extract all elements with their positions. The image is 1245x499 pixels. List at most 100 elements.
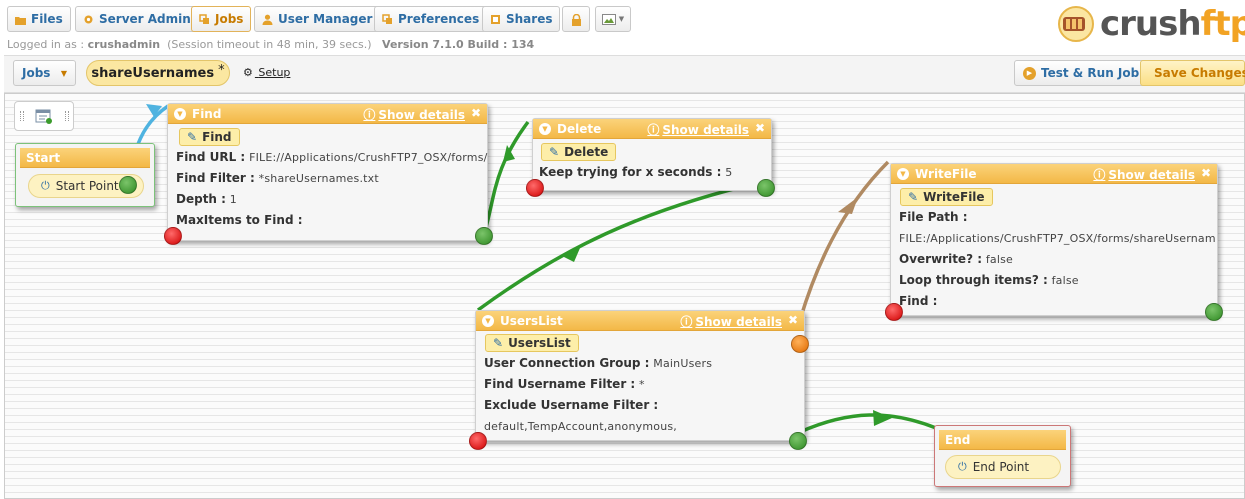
file-path-row: File Path : [899, 210, 968, 224]
start-node-header[interactable]: Start [20, 148, 150, 168]
overwrite-label: Overwrite? : [899, 252, 983, 266]
find-depth-label: Depth : [176, 192, 226, 206]
info-icon: ⓘ [647, 123, 660, 137]
delete-node-header[interactable]: ▼ Delete ⓘ Show details ✖ [533, 119, 771, 139]
find-node-header[interactable]: ▼ Find ⓘ Show details ✖ [168, 104, 487, 124]
delete-chip-label: Delete [564, 145, 609, 159]
userslist-node-title: UsersList [500, 313, 563, 328]
userslist-task-node[interactable]: ▼ UsersList ⓘ Show details ✖ ✎ UsersList … [475, 310, 805, 441]
connection-find-delete [482, 120, 530, 235]
power-icon: ⏻ [958, 460, 967, 473]
userslist-loop-connector[interactable] [791, 335, 809, 353]
collapse-icon[interactable]: ▼ [539, 122, 551, 135]
connection-group-value: MainUsers [653, 357, 713, 370]
info-icon: ⓘ [363, 108, 376, 122]
writefile-show-details-link[interactable]: ⓘ Show details [1093, 166, 1195, 183]
pencil-icon: ✎ [908, 190, 919, 204]
writefile-task-node[interactable]: ▼ WriteFile ⓘ Show details ✖ ✎ WriteFile … [890, 163, 1218, 316]
start-success-connector[interactable] [119, 176, 137, 194]
userslist-node-header[interactable]: ▼ UsersList ⓘ Show details ✖ [476, 311, 804, 331]
username-filter-label: Find Username Filter : [484, 377, 636, 391]
userslist-chip-label: UsersList [508, 336, 571, 350]
writefile-chip-label: WriteFile [923, 190, 985, 204]
delete-task-node[interactable]: ▼ Delete ⓘ Show details ✖ ✎ Delete Keep t… [532, 118, 772, 191]
writefile-find-label: Find : [899, 294, 938, 308]
end-node-header[interactable]: End [939, 430, 1066, 450]
end-point-label: End Point [972, 460, 1030, 474]
exclude-filter-value: default,TempAccount,anonymous, [484, 420, 677, 433]
writefile-node-header[interactable]: ▼ WriteFile ⓘ Show details ✖ [891, 164, 1217, 184]
connection-delete-userslist [476, 179, 767, 312]
userslist-success-connector[interactable] [789, 432, 807, 450]
arrow-userslist-writefile [838, 197, 858, 214]
exclude-filter-value-row: default,TempAccount,anonymous, [484, 419, 677, 433]
start-node[interactable]: Start ⏻ Start Point [15, 143, 155, 207]
find-url-value: FILE://Applications/CrushFTP7_OSX/forms/ [249, 151, 488, 164]
collapse-icon[interactable]: ▼ [897, 167, 909, 180]
pencil-icon: ✎ [493, 336, 504, 350]
userslist-failure-connector[interactable] [469, 432, 487, 450]
find-depth-value: 1 [229, 193, 237, 206]
end-node[interactable]: End ⏻ End Point [934, 425, 1071, 487]
find-depth-row: Depth : 1 [176, 192, 237, 206]
find-maxitems-label: MaxItems to Find : [176, 213, 303, 227]
end-point-button[interactable]: ⏻ End Point [945, 455, 1061, 479]
find-task-node[interactable]: ▼ Find ⓘ Show details ✖ ✎ Find Find URL :… [167, 103, 488, 241]
connection-userslist-end [799, 413, 937, 434]
power-icon: ⏻ [41, 179, 50, 192]
pencil-icon: ✎ [549, 145, 560, 159]
delete-keep-trying-row: Keep trying for x seconds : 5 [539, 165, 732, 179]
close-icon[interactable]: ✖ [471, 106, 481, 120]
collapse-icon[interactable]: ▼ [174, 107, 186, 120]
writefile-show-details-label: Show details [1108, 167, 1195, 182]
userslist-type-chip[interactable]: ✎ UsersList [485, 334, 579, 352]
find-success-connector[interactable] [475, 227, 493, 245]
overwrite-row: Overwrite? : false [899, 252, 1013, 266]
delete-success-connector[interactable] [757, 179, 775, 197]
file-path-value-row: FILE:/Applications/CrushFTP7_OSX/forms/s… [899, 231, 1215, 245]
userslist-show-details-label: Show details [695, 314, 782, 329]
delete-show-details-link[interactable]: ⓘ Show details [647, 121, 749, 138]
close-icon[interactable]: ✖ [1201, 166, 1211, 180]
writefile-success-connector[interactable] [1205, 303, 1223, 321]
exclude-filter-row: Exclude Username Filter : [484, 398, 658, 412]
loop-items-value: false [1051, 274, 1079, 287]
find-type-chip[interactable]: ✎ Find [179, 128, 240, 146]
userslist-show-details-link[interactable]: ⓘ Show details [680, 313, 782, 330]
find-failure-connector[interactable] [164, 227, 182, 245]
info-icon: ⓘ [680, 315, 693, 329]
end-node-title: End [945, 432, 971, 447]
loop-items-row: Loop through items? : false [899, 273, 1079, 287]
username-filter-row: Find Username Filter : * [484, 377, 645, 391]
overwrite-value: false [985, 253, 1014, 266]
find-filter-value: *shareUsernames.txt [258, 172, 379, 185]
arrow-userslist-end [873, 410, 892, 426]
file-path-value: FILE:/Applications/CrushFTP7_OSX/forms/s… [899, 232, 1215, 245]
start-node-title: Start [26, 150, 61, 165]
writefile-failure-connector[interactable] [885, 303, 903, 321]
keep-trying-label: Keep trying for x seconds : [539, 165, 722, 179]
find-node-title: Find [192, 106, 222, 121]
delete-show-details-label: Show details [662, 122, 749, 137]
connection-group-row: User Connection Group : MainUsers [484, 356, 712, 370]
writefile-type-chip[interactable]: ✎ WriteFile [900, 188, 993, 206]
find-maxitems-row: MaxItems to Find : [176, 213, 303, 227]
find-show-details-label: Show details [378, 107, 465, 122]
pencil-icon: ✎ [187, 130, 198, 144]
delete-type-chip[interactable]: ✎ Delete [541, 143, 617, 161]
delete-failure-connector[interactable] [526, 179, 544, 197]
close-icon[interactable]: ✖ [755, 121, 765, 135]
username-filter-value: * [639, 378, 645, 391]
close-icon[interactable]: ✖ [788, 313, 798, 327]
delete-node-title: Delete [557, 121, 602, 136]
find-url-label: Find URL : [176, 150, 246, 164]
file-path-label: File Path : [899, 210, 968, 224]
find-show-details-link[interactable]: ⓘ Show details [363, 106, 465, 123]
find-url-row: Find URL : FILE://Applications/CrushFTP7… [176, 150, 488, 164]
start-point-label: Start Point [55, 179, 119, 193]
connection-group-label: User Connection Group : [484, 356, 650, 370]
collapse-icon[interactable]: ▼ [482, 314, 494, 327]
loop-items-label: Loop through items? : [899, 273, 1048, 287]
find-filter-label: Find Filter : [176, 171, 255, 185]
find-filter-row: Find Filter : *shareUsernames.txt [176, 171, 379, 185]
